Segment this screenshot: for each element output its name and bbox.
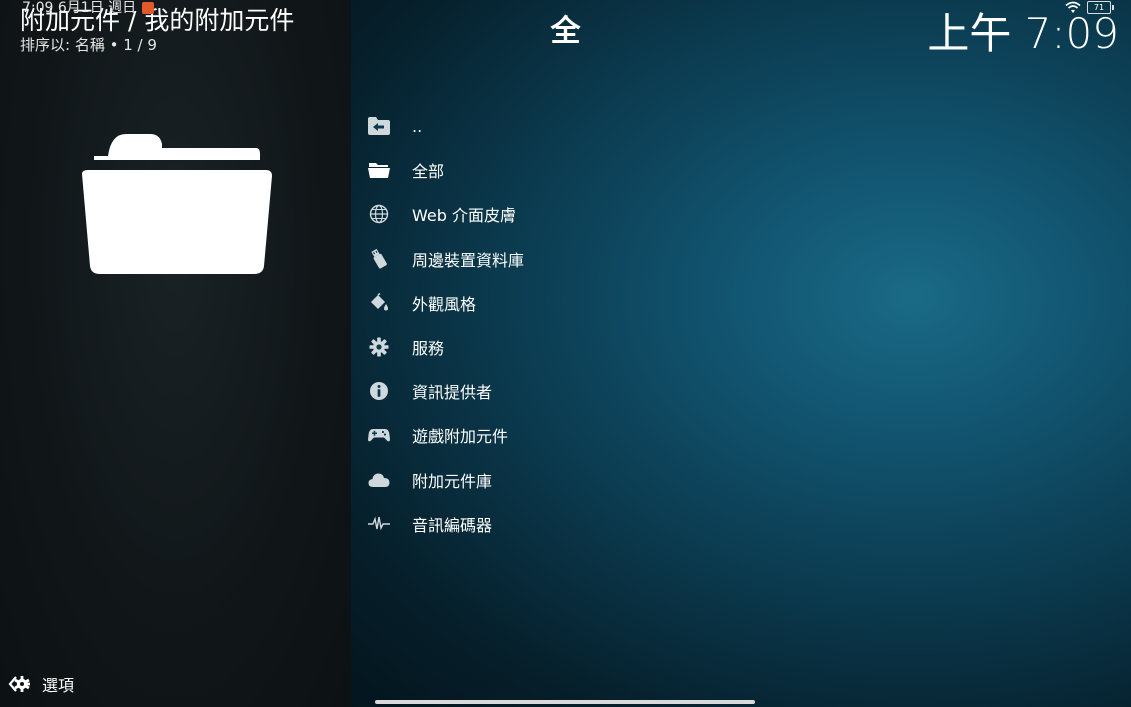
folder-icon bbox=[82, 134, 272, 274]
menu-item-parent[interactable]: .. bbox=[366, 104, 866, 148]
menu-item-web-skins[interactable]: Web 介面皮膚 bbox=[366, 192, 866, 236]
home-indicator-bar[interactable] bbox=[375, 700, 755, 704]
info-icon bbox=[366, 378, 392, 404]
category-list: .. 全部 Web 介面皮膚 周邊裝置資料庫 外觀風格 服務 資訊提供者 遊戲附… bbox=[366, 104, 866, 546]
clock: 上午 7:09 bbox=[927, 9, 1119, 58]
folder-open-icon bbox=[366, 157, 392, 183]
menu-item-game-addons[interactable]: 遊戲附加元件 bbox=[366, 413, 866, 457]
menu-item-label: 音訊編碼器 bbox=[412, 515, 493, 535]
system-status-bar: 7:09 6月1日 週日 bbox=[22, 0, 155, 16]
system-time-date: 7:09 6月1日 週日 bbox=[22, 0, 137, 16]
menu-item-label: 附加元件庫 bbox=[412, 471, 493, 491]
menu-item-all[interactable]: 全部 bbox=[366, 148, 866, 192]
menu-item-label: 周邊裝置資料庫 bbox=[412, 250, 525, 270]
menu-item-audio-encoders[interactable]: 音訊編碼器 bbox=[366, 502, 866, 546]
menu-item-look-and-feel[interactable]: 外觀風格 bbox=[366, 281, 866, 325]
menu-item-label: 資訊提供者 bbox=[412, 383, 493, 403]
menu-item-label: Web 介面皮膚 bbox=[412, 206, 516, 226]
left-panel bbox=[0, 0, 351, 707]
menu-item-label: 外觀風格 bbox=[412, 294, 477, 314]
usb-icon bbox=[366, 246, 392, 272]
cloud-icon bbox=[366, 467, 392, 493]
menu-item-services[interactable]: 服務 bbox=[366, 325, 866, 369]
options-label: 選項 bbox=[42, 676, 75, 695]
options-button[interactable]: 選項 bbox=[8, 672, 74, 696]
options-gear-icon bbox=[8, 676, 30, 692]
menu-item-peripheral-library[interactable]: 周邊裝置資料庫 bbox=[366, 237, 866, 281]
waveform-icon bbox=[366, 511, 392, 537]
menu-item-label: 全部 bbox=[412, 162, 445, 182]
gear-icon bbox=[366, 334, 392, 360]
notification-app-icon bbox=[142, 2, 155, 14]
back-folder-icon bbox=[366, 113, 392, 139]
menu-item-label: 服務 bbox=[412, 339, 445, 359]
globe-icon bbox=[366, 201, 392, 227]
menu-item-label: .. bbox=[412, 116, 423, 136]
sort-info: 排序以: 名稱 • 1 / 9 bbox=[20, 36, 157, 54]
gamepad-icon bbox=[366, 422, 392, 448]
menu-item-addon-repository[interactable]: 附加元件庫 bbox=[366, 458, 866, 502]
paint-bucket-icon bbox=[366, 290, 392, 316]
menu-item-information-providers[interactable]: 資訊提供者 bbox=[366, 369, 866, 413]
menu-item-label: 遊戲附加元件 bbox=[412, 427, 509, 447]
